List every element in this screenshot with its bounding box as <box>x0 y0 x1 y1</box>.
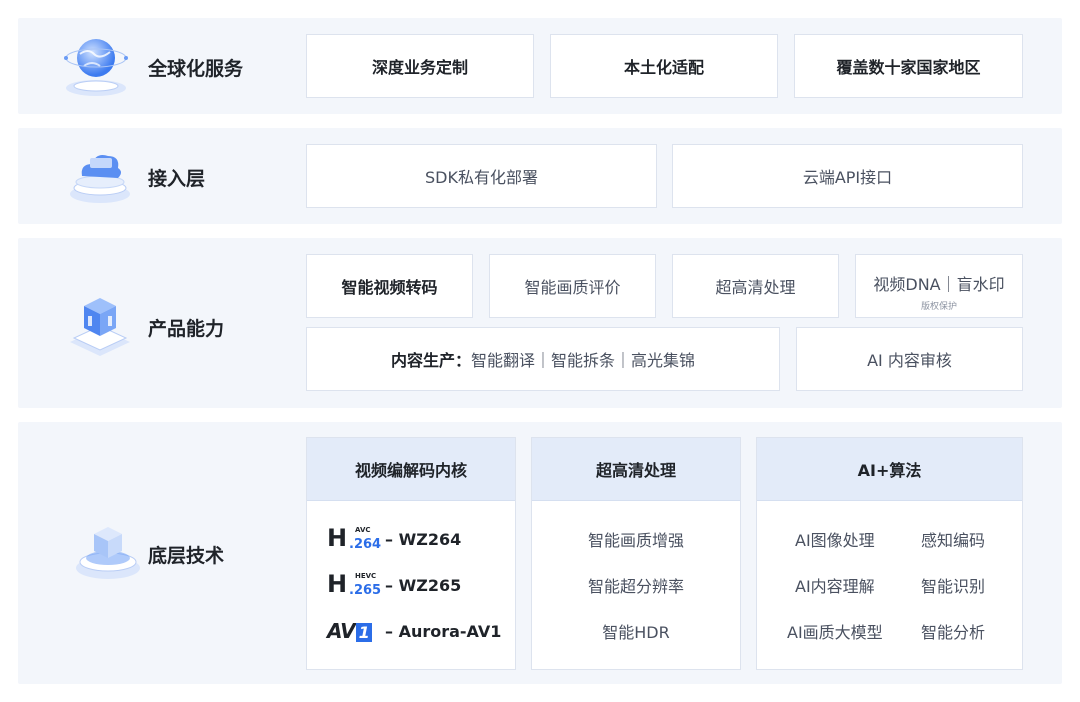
list-item: 智能HDR <box>602 623 670 642</box>
product-box-uhd: 超高清处理 <box>672 254 839 318</box>
globe-icon <box>64 39 128 96</box>
product-box-content: 内容生产： 智能翻译｜智能拆条｜高光集锦 <box>306 327 780 391</box>
product-box-transcode: 智能视频转码 <box>306 254 473 318</box>
service-box-coverage: 覆盖数十家国家地区 <box>794 34 1023 98</box>
list-item: 智能超分辨率 <box>587 577 684 596</box>
tech-column-codec: 视频编解码内核 H AVC .264 – WZ264 H HEVC .265 –… <box>306 437 516 670</box>
list-item: AI画质大模型 <box>787 623 883 642</box>
tech-column-ai: AI+算法 AI图像处理 感知编码 AI内容理解 智能识别 AI画质大模型 智能… <box>756 437 1023 670</box>
product-box-dna: 视频DNA｜盲水印 版权保护 <box>855 254 1023 318</box>
service-box-localize: 本土化适配 <box>550 34 778 98</box>
column-title: 视频编解码内核 <box>307 438 515 501</box>
access-box-api: 云端API接口 <box>672 144 1023 208</box>
layer-label: 接入层 <box>148 168 206 190</box>
cloud-device-icon <box>70 155 130 203</box>
tech-column-uhd: 超高清处理 智能画质增强 智能超分辨率 智能HDR <box>531 437 741 670</box>
codec-name: – WZ264 <box>385 529 462 549</box>
list-item: 智能画质增强 <box>587 531 684 550</box>
codec-name: – Aurora-AV1 <box>385 621 502 641</box>
list-item: AI图像处理 <box>795 531 875 550</box>
column-title: AI+算法 <box>757 438 1022 501</box>
av1-logo-icon: AV 1 <box>327 619 379 643</box>
layer-label: 全球化服务 <box>148 58 244 80</box>
product-box-audit: AI 内容审核 <box>796 327 1023 391</box>
codec-row-h265: H HEVC .265 – WZ265 <box>327 570 461 600</box>
codec-row-h264: H AVC .264 – WZ264 <box>327 524 461 554</box>
codec-name: – WZ265 <box>385 575 462 595</box>
h264-logo-icon: H AVC .264 <box>327 524 382 552</box>
list-item: 智能分析 <box>921 623 986 642</box>
list-item: 感知编码 <box>921 531 986 550</box>
product-box-dna-text: 视频DNA｜盲水印 <box>873 275 1005 294</box>
service-box-custom: 深度业务定制 <box>306 34 534 98</box>
chip-platform-icon <box>76 527 140 579</box>
product-box-dna-sub: 版权保护 <box>920 302 957 312</box>
column-title: 超高清处理 <box>532 438 740 501</box>
list-item: AI内容理解 <box>795 577 875 596</box>
layer-label: 产品能力 <box>148 318 225 340</box>
product-box-content-text: 智能翻译｜智能拆条｜高光集锦 <box>471 351 696 370</box>
layer-label: 底层技术 <box>148 545 225 567</box>
product-box-quality: 智能画质评价 <box>489 254 656 318</box>
codec-row-av1: AV 1 – Aurora-AV1 <box>327 616 501 646</box>
cube-platform-icon <box>70 298 130 356</box>
h265-logo-icon: H HEVC .265 <box>327 570 382 598</box>
list-item: 智能识别 <box>921 577 986 596</box>
product-box-content-bold: 内容生产： <box>390 351 471 370</box>
access-box-sdk: SDK私有化部署 <box>306 144 657 208</box>
